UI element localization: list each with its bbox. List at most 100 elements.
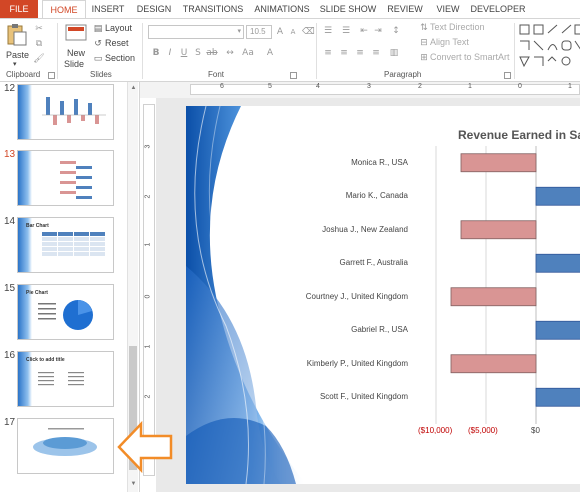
font-size-combo[interactable]: 10.5	[246, 25, 272, 39]
new-slide-label-2: Slide	[64, 59, 85, 69]
font-size-value: 10.5	[250, 27, 266, 36]
tab-file[interactable]: FILE	[0, 0, 38, 18]
layout-button[interactable]: ▤ Layout	[92, 23, 136, 35]
change-case-icon[interactable]: Aa	[242, 47, 254, 59]
align-right-icon[interactable]: ≡	[354, 47, 366, 59]
font-group-label: Font	[208, 70, 225, 79]
ribbon: Paste ▾ ✂ ⧉ 🖌 Clipboard New Slide ▤ Layo…	[0, 18, 580, 82]
strikethrough-icon[interactable]: ab	[206, 47, 218, 59]
reset-label: Reset	[105, 38, 129, 48]
spacing-icon[interactable]: ↔	[224, 47, 236, 59]
justify-icon[interactable]: ≡	[370, 47, 382, 59]
scroll-down-icon[interactable]: ▼	[129, 480, 138, 489]
bar-7	[535, 387, 580, 407]
shapes-gallery[interactable]	[518, 23, 580, 71]
line-spacing-icon[interactable]: ↕	[390, 25, 402, 37]
ruler-tick-label: 2	[418, 83, 422, 90]
cut-icon[interactable]: ✂	[33, 23, 45, 35]
tab-home[interactable]: HOME	[42, 0, 86, 19]
tab-animations[interactable]: ANIMATIONS	[251, 0, 313, 18]
ribbon-tabs: FILE HOME INSERT DESIGN TRANSITIONS ANIM…	[0, 0, 580, 19]
orange-arrow-annotation	[117, 421, 173, 473]
shadow-icon[interactable]: S	[192, 47, 204, 59]
grow-font-icon[interactable]: A	[274, 26, 286, 38]
align-text-button[interactable]: ⊟ Align Text	[418, 37, 510, 49]
slides-group-label: Slides	[90, 70, 112, 79]
clipboard-launcher-icon[interactable]	[48, 72, 55, 79]
new-slide-button[interactable]: New Slide	[62, 23, 90, 69]
slide-number: 14	[4, 216, 16, 227]
font-name-combo[interactable]: ▾	[148, 25, 244, 39]
slide-thumbnail-15[interactable]: Pie Chart	[17, 284, 114, 340]
thumbnail-content	[60, 161, 92, 199]
slide-number: 13	[4, 149, 16, 160]
numbering-icon[interactable]: ☰	[340, 25, 352, 37]
font-launcher-icon[interactable]	[290, 72, 297, 79]
format-painter-icon[interactable]: 🖌	[33, 53, 45, 65]
tab-developer[interactable]: DEVELOPER	[469, 0, 527, 18]
bullets-icon[interactable]: ☰	[322, 25, 334, 37]
category-label: Joshua J., New Zealand	[322, 224, 408, 234]
slide-thumbnail-13[interactable]	[17, 150, 114, 206]
bold-icon[interactable]: B	[150, 47, 162, 59]
text-direction-button[interactable]: ⇅ Text Direction	[418, 22, 510, 34]
section-label: Section	[105, 53, 136, 63]
section-button[interactable]: ▭ Section	[92, 53, 140, 65]
align-center-icon[interactable]: ≡	[338, 47, 350, 59]
convert-smartart-button[interactable]: ⊞ Convert to SmartArt	[418, 52, 514, 64]
paragraph-group-label: Paragraph	[384, 70, 422, 79]
columns-icon[interactable]: ▥	[388, 47, 400, 59]
tab-design[interactable]: DESIGN	[133, 0, 175, 18]
slide-thumbnail-14[interactable]: Bar Chart	[17, 217, 114, 273]
underline-icon[interactable]: U	[178, 47, 190, 59]
decrease-indent-icon[interactable]: ⇤	[358, 25, 370, 37]
x-tick-label: $0	[531, 426, 540, 435]
category-label: Mario K., Canada	[345, 191, 408, 201]
new-slide-icon	[65, 24, 87, 41]
slide-number: 17	[4, 417, 16, 428]
new-slide-label: New	[67, 48, 86, 58]
convert-smartart-label: Convert to SmartArt	[430, 52, 510, 62]
increase-indent-icon[interactable]: ⇥	[372, 25, 384, 37]
category-label: Garrett F., Australia	[339, 258, 408, 268]
paste-button[interactable]: Paste ▾	[4, 23, 30, 68]
font-color-icon[interactable]: A	[264, 47, 276, 59]
paragraph-launcher-icon[interactable]	[504, 72, 511, 79]
section-icon: ▭	[93, 54, 103, 64]
clear-format-icon[interactable]: ⌫	[302, 26, 315, 38]
tab-transitions[interactable]: TRANSITIONS	[180, 0, 246, 18]
slide-thumbnail-16[interactable]: Click to add title	[17, 351, 114, 407]
slide-canvas: Revenue Earned in Sale Monica R., USAMar…	[156, 98, 580, 492]
ruler-tick-label: 3	[367, 83, 371, 90]
paste-icon	[7, 24, 27, 46]
reset-button[interactable]: ↺ Reset	[92, 38, 136, 50]
scroll-up-icon[interactable]: ▲	[129, 84, 138, 93]
current-slide[interactable]: Revenue Earned in Sale Monica R., USAMar…	[186, 106, 580, 484]
align-left-icon[interactable]: ≡	[322, 47, 334, 59]
slide-number: 15	[4, 283, 16, 294]
tab-insert[interactable]: INSERT	[88, 0, 128, 18]
bar-5	[535, 320, 580, 340]
ruler-tick-label: 2	[144, 394, 152, 399]
tab-review[interactable]: REVIEW	[383, 0, 427, 18]
ruler-tick-label: 3	[144, 144, 152, 149]
tab-view[interactable]: VIEW	[432, 0, 464, 18]
horizontal-ruler: 6 5 4 3 2 1 0 1	[140, 82, 580, 98]
thumbnail-content	[38, 300, 93, 330]
category-label: Scott F., United Kingdom	[319, 392, 408, 402]
slide-thumbnail-17[interactable]	[17, 418, 114, 474]
ruler-tick-label: 0	[518, 83, 522, 90]
thumbnail-content	[42, 97, 106, 125]
bar-6	[450, 354, 537, 374]
copy-icon[interactable]: ⧉	[33, 38, 45, 50]
tab-slide-show[interactable]: SLIDE SHOW	[318, 0, 378, 18]
shrink-font-icon[interactable]: A	[287, 26, 299, 38]
ruler-tick-label: 1	[144, 344, 152, 349]
align-text-label: Align Text	[430, 37, 469, 47]
layout-label: Layout	[105, 23, 133, 33]
slide-thumbnail-12[interactable]	[17, 84, 114, 140]
category-label: Gabriel R., USA	[351, 325, 408, 335]
paste-label: Paste	[6, 50, 30, 60]
category-label: Courtney J., United Kingdom	[305, 291, 408, 301]
italic-icon[interactable]: I	[164, 47, 176, 59]
